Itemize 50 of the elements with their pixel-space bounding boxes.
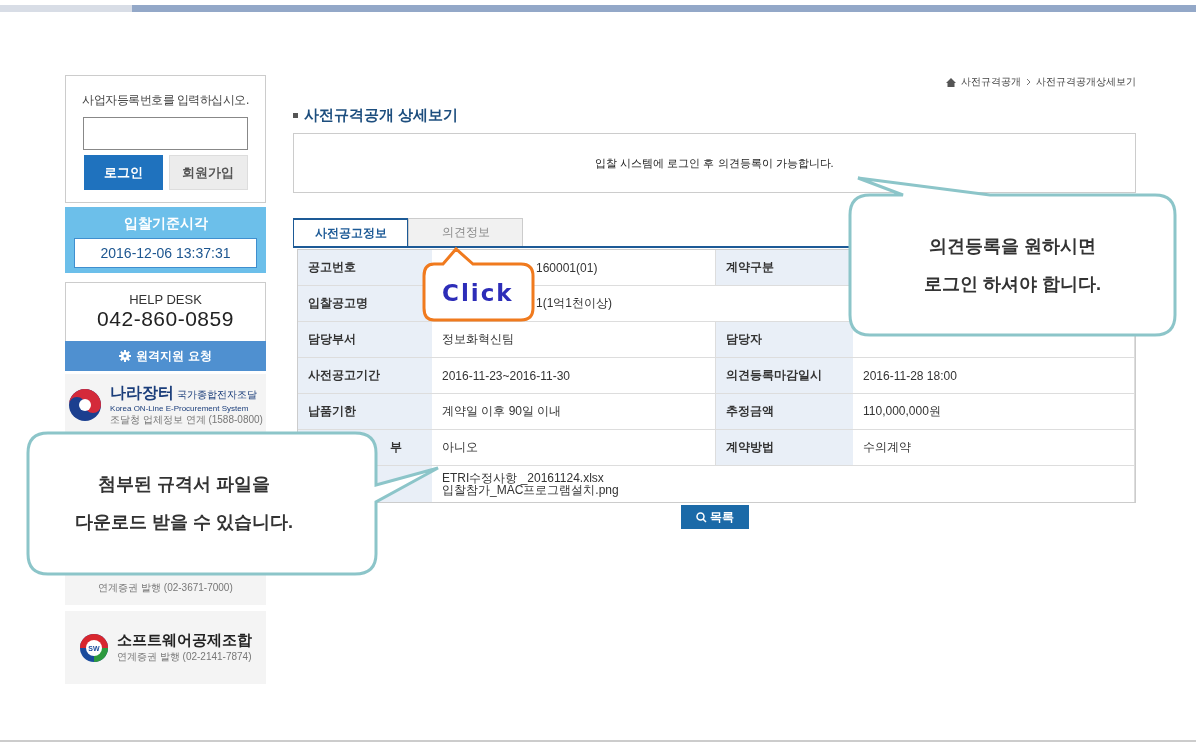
table-header-cell: 의견등록마감일시 (716, 358, 853, 393)
table-header-cell: 입찰공고명 (298, 286, 432, 321)
clock-time: 2016-12-06 13:37:31 (74, 238, 257, 268)
clock-title: 입찰기준시각 (123, 215, 208, 233)
table-cell: 160001(01) (536, 260, 598, 275)
partner-note: 조달청 업체정보 연계 (1588-0800) (110, 413, 263, 427)
table-header-cell: 계약방법 (716, 430, 853, 465)
table-cell: 정보화혁신팀 (442, 331, 514, 348)
table-cell: 110,000,000원 (863, 403, 941, 420)
table-header-cell: 담당자 (716, 322, 853, 357)
table-cell: 아니오 (442, 439, 478, 456)
table-cell: 2016-11-28 18:00 (863, 368, 957, 383)
table-cell: 2016-11-23~2016-11-30 (442, 368, 570, 383)
callout-text: 의견등록을 원하시면 로그인 하셔야 합니다. (923, 235, 1102, 296)
table-header-cell: 담당부서 (298, 322, 432, 357)
tab[interactable]: 사전공고정보 (293, 218, 408, 246)
bullet-icon (293, 113, 298, 118)
login-button[interactable]: 로그인 (83, 155, 163, 190)
notice-text: 입찰 시스템에 로그인 후 의견등록이 가능합니다. (595, 155, 834, 171)
callout-text: 첨부된 규격서 파일을 다운로드 받을 수 있습니다. (74, 473, 294, 534)
table-header-cell: 추정금액 (716, 394, 853, 429)
file-link[interactable]: 입찰참가_MAC프로그램설치.png (442, 484, 619, 496)
breadcrumb-link[interactable]: 사전규격공개상세보기 (1036, 75, 1136, 89)
help-desk-title: HELP DESK (129, 292, 202, 307)
table-cell: 계약일 이후 90일 이내 (442, 403, 562, 420)
partner-name: 나라장터 (110, 384, 175, 401)
table-cell: 1(1억1천이상) (536, 295, 612, 312)
chevron-icon (1026, 78, 1031, 86)
emblem-icon (68, 388, 103, 422)
partner-note: 연계증권 발행 (02-3671-7000) (98, 581, 233, 595)
page-title: 사전규격공개 상세보기 (304, 106, 459, 125)
partner-english-name: Korea ON-Line E-Procurement System (110, 404, 250, 413)
list-button[interactable]: 목록 (680, 505, 749, 529)
signup-button[interactable]: 회원가입 (168, 155, 248, 190)
login-prompt: 사업자등록번호를 입력하십시오. (82, 92, 249, 109)
gear-icon (119, 350, 132, 362)
search-icon (695, 511, 707, 523)
table-header-cell: 납품기한 (298, 394, 432, 429)
table-cell: 수의계약 (863, 439, 911, 456)
table-header-cell: 공고번호 (298, 250, 432, 285)
breadcrumb-link[interactable]: 사전규격공개 (961, 75, 1021, 89)
help-desk-phone: 042-860-0859 (97, 307, 234, 331)
partner-note: 연계증권 발행 (02-2141-7874) (117, 650, 252, 664)
table-header-cell: 사전공고기간 (298, 358, 432, 393)
partner-name: 소프트웨어공제조합 (117, 631, 252, 650)
home-icon[interactable] (946, 77, 956, 87)
partner-subtitle: 국가종합전자조달 (177, 389, 258, 400)
business-number-field[interactable] (83, 117, 248, 150)
file-link[interactable]: ETRI수정사항 _20161124.xlsx (442, 472, 604, 484)
callout-text: Click (442, 280, 514, 306)
